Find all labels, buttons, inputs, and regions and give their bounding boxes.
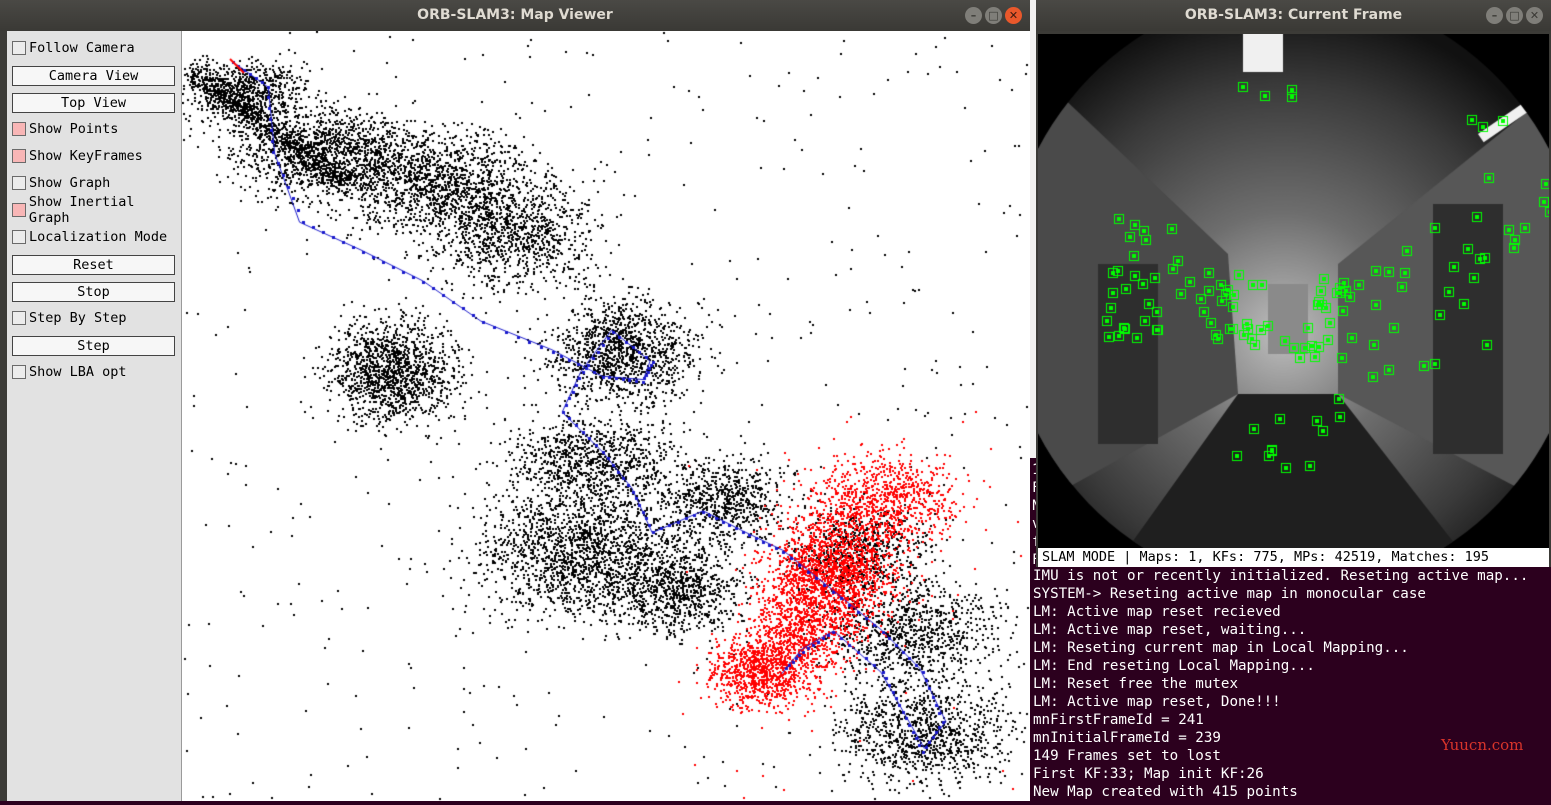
show-inertial-graph-checkbox-box[interactable]	[12, 203, 26, 217]
maximize-button[interactable]: □	[985, 7, 1002, 24]
minimize-button[interactable]: –	[1486, 7, 1503, 24]
terminal-line: IMU is not or recently initialized. Rese…	[1033, 568, 1529, 584]
current-frame-titlebar[interactable]: ORB-SLAM3: Current Frame – □ ✕	[1036, 0, 1551, 31]
top-view-button[interactable]: Top View	[12, 93, 175, 113]
step-by-step-checkbox-box[interactable]	[12, 311, 26, 325]
show-lba-opt-label: Show LBA opt	[29, 364, 127, 380]
stop-button[interactable]: Stop	[12, 282, 175, 302]
show-keyframes-checkbox-box[interactable]	[12, 149, 26, 163]
current-frame-window: ORB-SLAM3: Current Frame – □ ✕ SLAM MODE…	[1036, 0, 1551, 567]
show-graph-checkbox[interactable]: Show Graph	[12, 173, 110, 193]
watermark-text: Yuucn.com	[1441, 736, 1524, 754]
show-keyframes-checkbox[interactable]: Show KeyFrames	[12, 146, 143, 166]
reset-button[interactable]: Reset	[12, 255, 175, 275]
step-button[interactable]: Step	[12, 336, 175, 356]
current-frame-title: ORB-SLAM3: Current Frame	[1184, 7, 1403, 23]
map-canvas[interactable]	[182, 31, 1030, 801]
terminal-line: LM: Reset free the mutex	[1033, 676, 1238, 692]
show-inertial-graph-checkbox[interactable]: Show Inertial Graph	[12, 194, 181, 226]
follow-camera-label: Follow Camera	[29, 40, 135, 56]
step-by-step-checkbox[interactable]: Step By Step	[12, 308, 127, 328]
show-points-label: Show Points	[29, 121, 119, 137]
terminal-line: LM: End reseting Local Mapping...	[1033, 658, 1315, 674]
terminal-line: LM: Reseting current map in Local Mappin…	[1033, 640, 1409, 656]
terminal-output[interactable]: IMU is not or recently initialized. Rese…	[1030, 567, 1551, 801]
localization-mode-label: Localization Mode	[29, 229, 168, 245]
minimize-button[interactable]: –	[965, 7, 982, 24]
terminal-line: mnFirstFrameId = 241	[1033, 712, 1204, 728]
slam-status-bar: SLAM MODE | Maps: 1, KFs: 775, MPs: 4251…	[1038, 548, 1549, 567]
follow-camera-checkbox[interactable]: Follow Camera	[12, 38, 135, 58]
terminal-line: LM: Active map reset, Done!!!	[1033, 694, 1281, 710]
maximize-button[interactable]: □	[1506, 7, 1523, 24]
fisheye-frame	[1038, 34, 1549, 548]
map-viewer-window: ORB-SLAM3: Map Viewer – □ ✕ Follow Camer…	[0, 0, 1030, 801]
localization-mode-checkbox[interactable]: Localization Mode	[12, 227, 167, 247]
map-viewer-title: ORB-SLAM3: Map Viewer	[417, 7, 613, 23]
point-cloud-view[interactable]	[182, 31, 1030, 801]
camera-view-button[interactable]: Camera View	[12, 66, 175, 86]
step-by-step-label: Step By Step	[29, 310, 127, 326]
localization-mode-checkbox-box[interactable]	[12, 230, 26, 244]
terminal-line: New Map created with 415 points	[1033, 784, 1298, 800]
show-inertial-graph-label: Show Inertial Graph	[28, 194, 135, 226]
terminal-line: LM: Active map reset, waiting...	[1033, 622, 1307, 638]
show-keyframes-label: Show KeyFrames	[29, 148, 143, 164]
show-points-checkbox-box[interactable]	[12, 122, 26, 136]
close-button[interactable]: ✕	[1005, 7, 1022, 24]
follow-camera-checkbox-box[interactable]	[12, 41, 26, 55]
terminal-line: LM: Active map reset recieved	[1033, 604, 1281, 620]
show-lba-opt-checkbox-box[interactable]	[12, 365, 26, 379]
terminal-line: SYSTEM-> Reseting active map in monocula…	[1033, 586, 1426, 602]
terminal-line: First KF:33; Map init KF:26	[1033, 766, 1264, 782]
show-lba-opt-checkbox[interactable]: Show LBA opt	[12, 362, 127, 382]
control-panel: Follow Camera Camera View Top View Show Poi…	[7, 31, 182, 801]
show-points-checkbox[interactable]: Show Points	[12, 119, 118, 139]
show-graph-checkbox-box[interactable]	[12, 176, 26, 190]
map-viewer-titlebar[interactable]: ORB-SLAM3: Map Viewer – □ ✕	[0, 0, 1030, 31]
show-graph-label: Show Graph	[29, 175, 111, 191]
camera-frame-image	[1038, 34, 1549, 548]
close-button[interactable]: ✕	[1526, 7, 1543, 24]
